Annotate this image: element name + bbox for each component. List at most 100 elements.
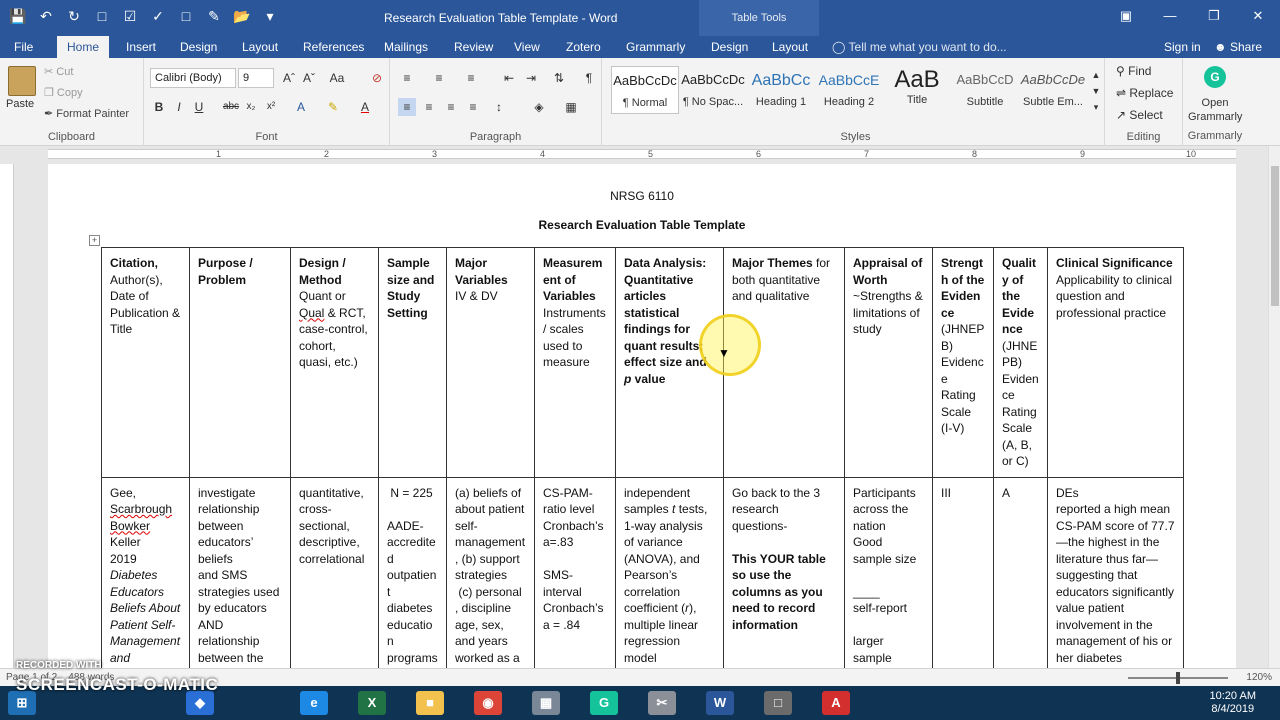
chrome-icon[interactable]: ◉ xyxy=(474,691,502,715)
snipping-tool-icon[interactable]: ✂ xyxy=(648,691,676,715)
app-icon[interactable]: □ xyxy=(764,691,792,715)
tab-layout[interactable]: Layout xyxy=(234,36,286,58)
style-title[interactable]: AaB Title xyxy=(883,66,951,114)
folder-icon[interactable]: 📂 xyxy=(232,6,252,26)
increase-indent-icon[interactable]: ⇥ xyxy=(522,69,540,87)
style-subtitle[interactable]: AaBbCcD Subtitle xyxy=(951,66,1019,114)
line-spacing-icon[interactable]: ↕ xyxy=(490,98,508,116)
style-normal[interactable]: AaBbCcDc ¶ Normal xyxy=(611,66,679,114)
multilevel-list-icon[interactable]: ≡ xyxy=(462,69,480,87)
table-cell[interactable]: (a) beliefs of about patient self-manage… xyxy=(446,476,535,668)
header-cell[interactable]: Quality of the Evidence (JHNE PB) Evidenc… xyxy=(993,247,1048,478)
spelling-icon[interactable]: ✓ xyxy=(148,6,168,26)
borders-icon[interactable]: ▦ xyxy=(562,98,580,116)
table-cell[interactable]: quantitative, cross-sectional, descripti… xyxy=(290,476,379,668)
document-page[interactable]: NRSG 6110 Research Evaluation Table Temp… xyxy=(48,164,1236,668)
new-doc-icon[interactable]: □ xyxy=(92,6,112,26)
find-button[interactable]: ⚲ Find xyxy=(1116,64,1151,78)
system-clock[interactable]: 10:20 AM 8/4/2019 xyxy=(1210,690,1256,716)
share-button[interactable]: ☻ Share xyxy=(1214,36,1262,58)
table-cell[interactable]: DEs reported a high mean CS-PAM score of … xyxy=(1047,476,1184,668)
decrease-indent-icon[interactable]: ⇤ xyxy=(500,69,518,87)
table-cell[interactable]: N = 225 AADE-accredited outpatient diabet… xyxy=(378,476,447,668)
header-cell[interactable]: Clinical Significance Applicability to cl… xyxy=(1047,247,1184,478)
table-move-handle-icon[interactable]: + xyxy=(89,235,100,246)
paste-icon[interactable] xyxy=(8,66,36,96)
tab-home[interactable]: Home xyxy=(57,36,110,58)
tab-zotero[interactable]: Zotero xyxy=(558,36,609,58)
style-subtle-emphasis[interactable]: AaBbCcDe Subtle Em... xyxy=(1019,66,1087,114)
edge-icon[interactable]: e xyxy=(300,691,328,715)
header-cell[interactable]: Design / Method Quant or Qual & RCT, case… xyxy=(290,247,379,478)
scrollbar-thumb[interactable] xyxy=(1271,166,1279,306)
horizontal-ruler[interactable]: 1 2 3 4 5 6 7 8 9 10 xyxy=(0,146,1268,162)
table-cell[interactable]: Go back to the 3 research questions- This… xyxy=(723,476,845,668)
grammarly-taskbar-icon[interactable]: G xyxy=(590,691,618,715)
paste-button[interactable]: Paste xyxy=(6,98,34,110)
align-right-icon[interactable]: ≡ xyxy=(442,98,460,116)
table-cell[interactable]: Participants across the nation Good sampl… xyxy=(844,476,933,668)
tab-file[interactable]: File xyxy=(6,36,41,58)
file-explorer-icon[interactable]: ■ xyxy=(416,691,444,715)
style-no-spacing[interactable]: AaBbCcDc ¶ No Spac... xyxy=(679,66,747,114)
sign-in-link[interactable]: Sign in xyxy=(1164,36,1201,58)
excel-icon[interactable]: X xyxy=(358,691,386,715)
numbering-icon[interactable]: ≡ xyxy=(430,69,448,87)
show-marks-icon[interactable]: ¶ xyxy=(580,69,598,87)
undo-icon[interactable]: ↶ xyxy=(36,6,56,26)
change-case-icon[interactable]: Aa xyxy=(328,69,346,87)
italic-icon[interactable]: I xyxy=(170,98,188,116)
header-cell[interactable]: Appraisal of Worth ~Strengths & limitatio… xyxy=(844,247,933,478)
tab-grammarly[interactable]: Grammarly xyxy=(618,36,693,58)
word-icon[interactable]: W xyxy=(706,691,734,715)
align-center-icon[interactable]: ≡ xyxy=(420,98,438,116)
tab-table-layout[interactable]: Layout xyxy=(764,36,816,58)
highlight-icon[interactable]: ✎ xyxy=(324,98,342,116)
table-cell[interactable]: investigate relationship between educato… xyxy=(189,476,291,668)
zoom-slider-thumb[interactable] xyxy=(1176,672,1180,684)
tab-insert[interactable]: Insert xyxy=(118,36,164,58)
sort-icon[interactable]: ⇅ xyxy=(550,69,568,87)
shading-icon[interactable]: ◈ xyxy=(530,98,548,116)
justify-icon[interactable]: ≡ xyxy=(464,98,482,116)
style-heading-1[interactable]: AaBbCc Heading 1 xyxy=(747,66,815,114)
customize-qat-icon[interactable]: ▾ xyxy=(260,6,280,26)
align-left-icon[interactable]: ≡ xyxy=(398,98,416,116)
underline-icon[interactable]: U xyxy=(190,98,208,116)
copy-button[interactable]: ❐ Copy xyxy=(44,86,83,99)
bold-icon[interactable]: B xyxy=(150,98,168,116)
select-button[interactable]: ↗ Select xyxy=(1116,108,1163,122)
open-grammarly-button[interactable]: Open Grammarly xyxy=(1188,96,1242,124)
table-cell[interactable]: independent samples t tests, 1-way analy… xyxy=(615,476,724,668)
header-cell[interactable]: Sample size and Study Setting xyxy=(378,247,447,478)
minimize-icon[interactable]: — xyxy=(1148,0,1192,32)
table-cell[interactable]: A xyxy=(993,476,1048,668)
font-name-select[interactable]: Calibri (Body) xyxy=(150,68,236,88)
checkmark-icon[interactable]: ☑ xyxy=(120,6,140,26)
grammarly-icon[interactable]: G xyxy=(1204,66,1226,88)
calculator-icon[interactable]: ▦ xyxy=(532,691,560,715)
zoom-level[interactable]: 120% xyxy=(1246,672,1272,683)
tab-mailings[interactable]: Mailings xyxy=(376,36,436,58)
table-cell[interactable]: III xyxy=(932,476,994,668)
tab-table-design[interactable]: Design xyxy=(703,36,756,58)
replace-button[interactable]: ⇌ Replace xyxy=(1116,86,1173,100)
font-color-icon[interactable]: A xyxy=(356,98,374,116)
text-effects-icon[interactable]: A xyxy=(292,98,310,116)
table-cell[interactable]: Gee, Scarbrough Bowker Keller 2019 Diabetes… xyxy=(101,476,190,668)
superscript-icon[interactable]: x² xyxy=(262,98,280,116)
evaluation-table[interactable]: Citation, Author(s), Date of Publication … xyxy=(101,247,1184,668)
close-icon[interactable]: ✕ xyxy=(1236,0,1280,32)
header-cell[interactable]: Purpose / Problem xyxy=(189,247,291,478)
grow-font-icon[interactable]: Aˆ xyxy=(280,69,298,87)
tab-view[interactable]: View xyxy=(506,36,548,58)
acrobat-icon[interactable]: A xyxy=(822,691,850,715)
ribbon-display-icon[interactable]: ▣ xyxy=(1104,0,1148,32)
header-cell[interactable]: Measurement of Variables Instruments / sc… xyxy=(534,247,616,478)
table-cell[interactable]: CS-PAM-ratio level Cronbach’s a=.83 SMS-i… xyxy=(534,476,616,668)
tab-design[interactable]: Design xyxy=(172,36,225,58)
shrink-font-icon[interactable]: Aˇ xyxy=(300,69,318,87)
comment-icon[interactable]: □ xyxy=(176,6,196,26)
strikethrough-icon[interactable]: abc xyxy=(222,98,240,116)
tab-review[interactable]: Review xyxy=(446,36,501,58)
